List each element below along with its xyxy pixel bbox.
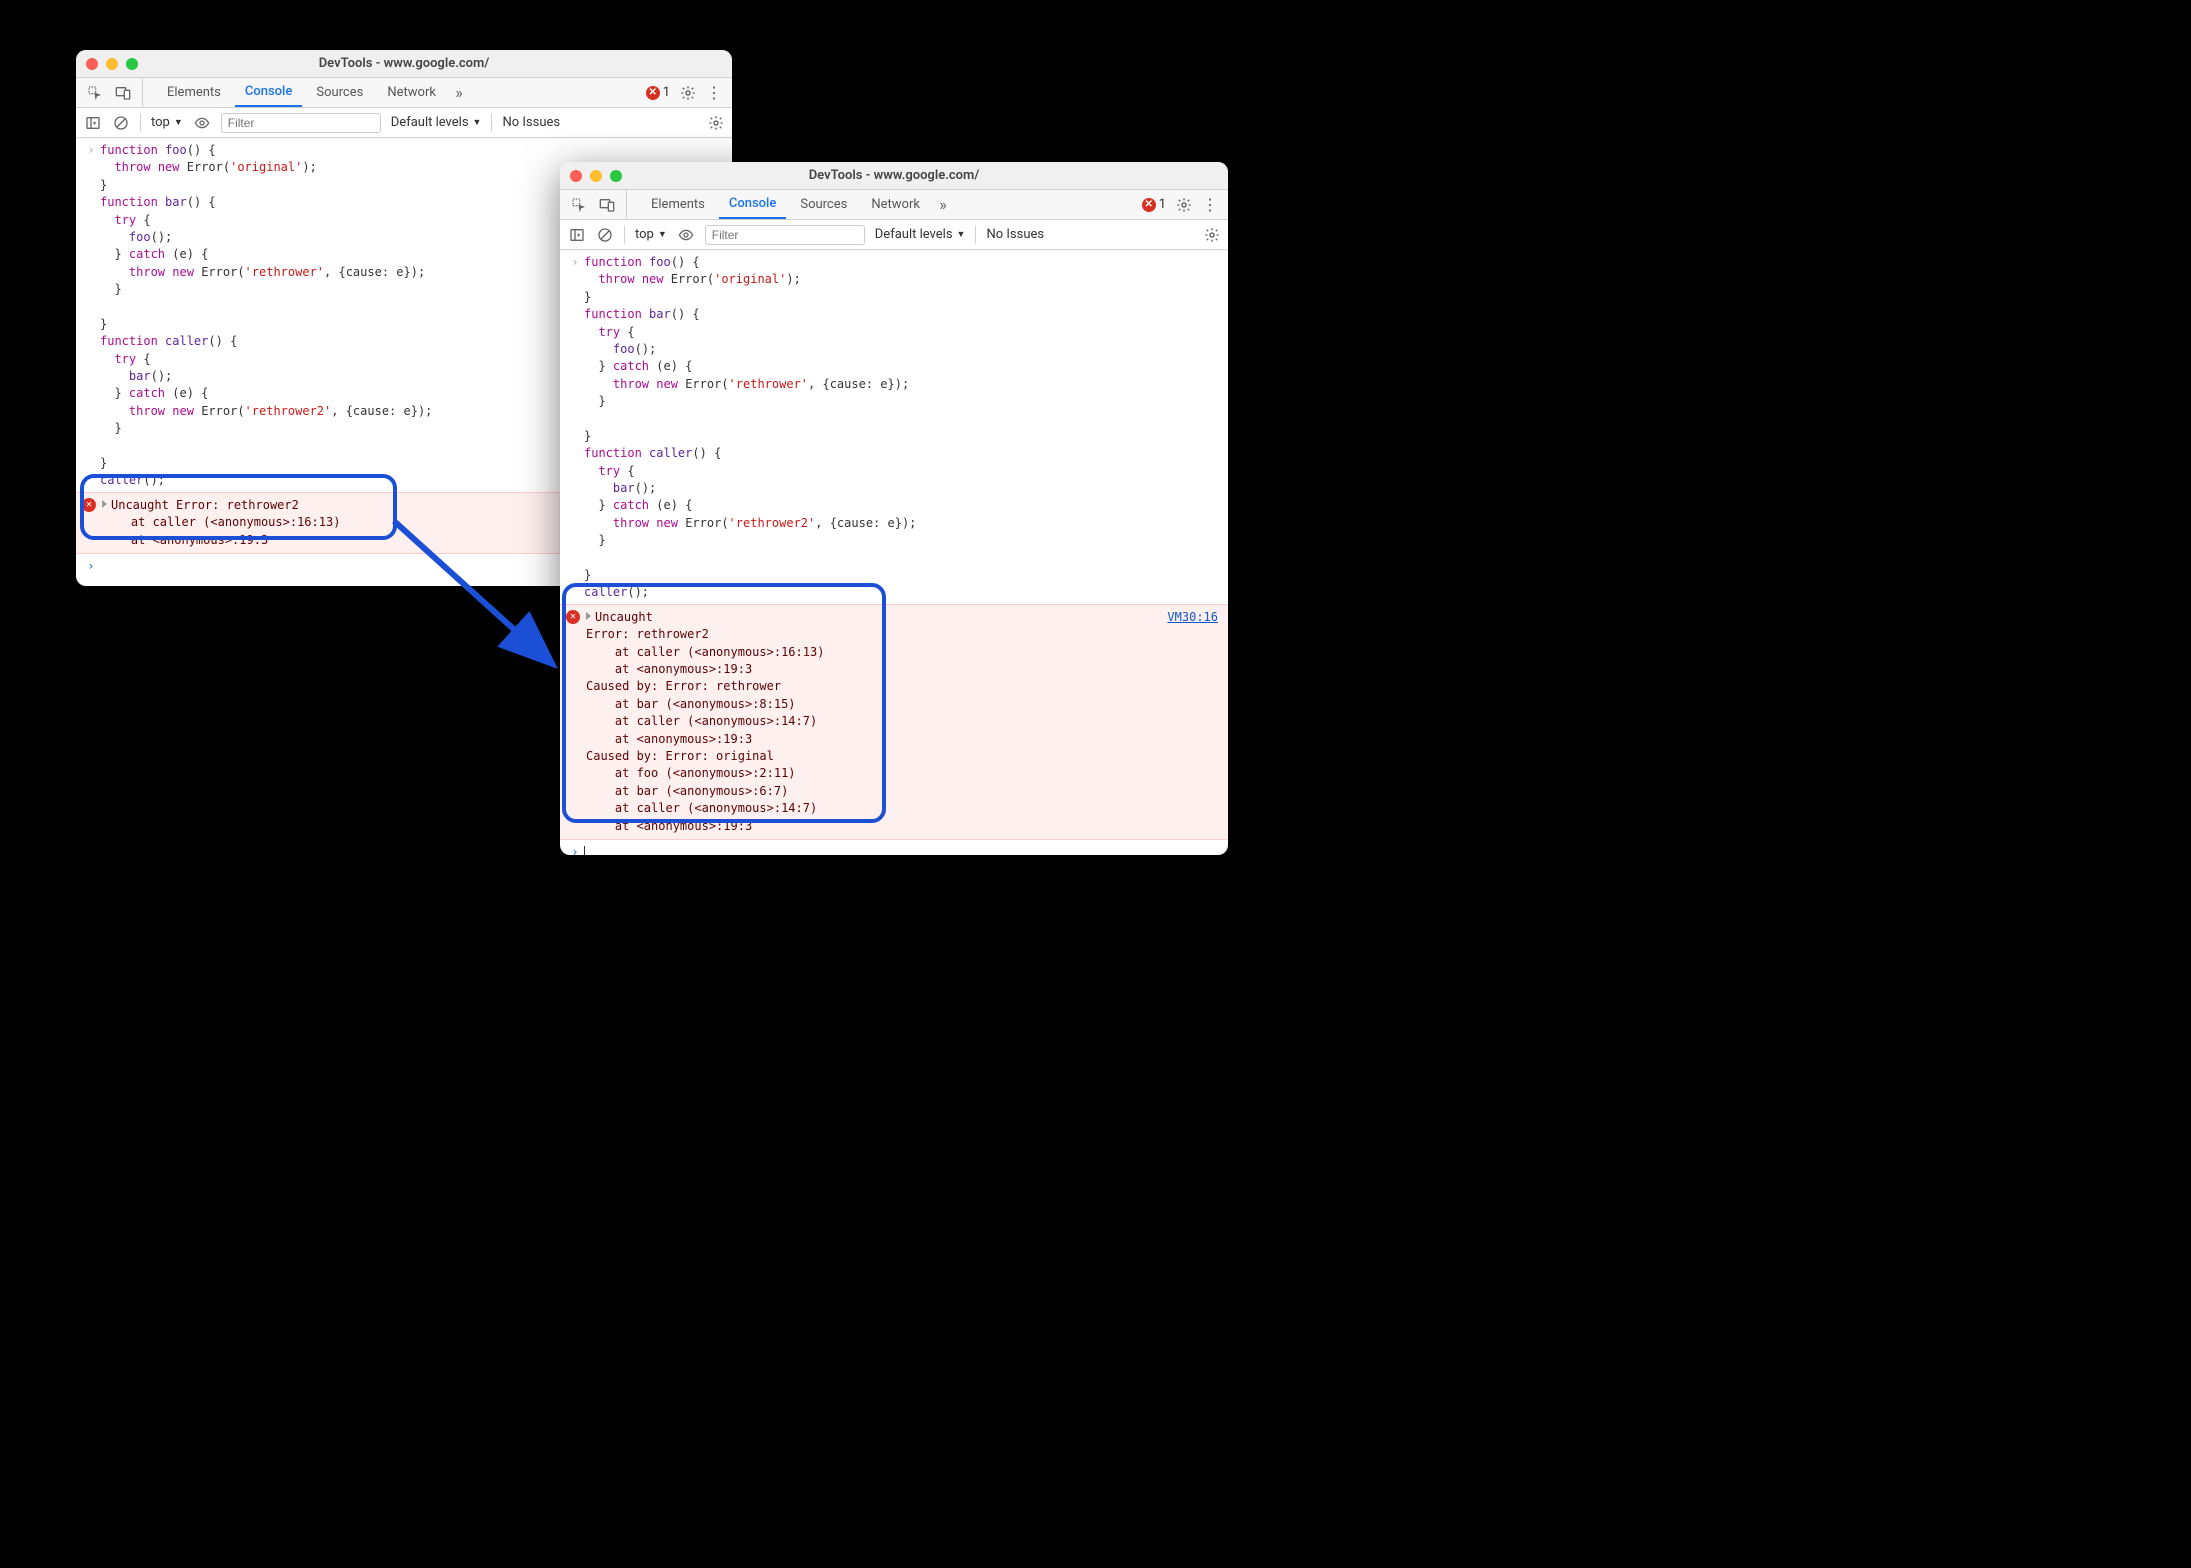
error-icon: ✕ [646,86,660,100]
error-count-badge[interactable]: ✕ 1 [646,85,670,100]
panel-tabs: Elements Console Sources Network » [157,78,628,107]
console-filter-bar: top ▼ Default levels ▼ No Issues [76,108,732,138]
panel-tabs: Elements Console Sources Network » [641,190,1124,219]
source-link[interactable]: VM30:16 [1167,609,1218,626]
titlebar: DevTools - www.google.com/ [560,162,1228,190]
error-count: 1 [663,85,670,100]
console-filter-bar: top ▼ Default levels ▼ No Issues [560,220,1228,250]
clear-console-icon[interactable] [112,114,130,132]
tab-console[interactable]: Console [235,78,302,107]
console-settings-gear-icon[interactable] [1204,227,1220,243]
device-toggle-icon[interactable] [114,84,132,102]
execution-context-selector[interactable]: top ▼ [635,227,667,242]
tab-sources[interactable]: Sources [306,78,373,107]
execution-context-selector[interactable]: top ▼ [151,115,183,130]
inspect-icon[interactable] [570,196,588,214]
tab-sources[interactable]: Sources [790,190,857,219]
titlebar: DevTools - www.google.com/ [76,50,732,78]
device-toggle-icon[interactable] [598,196,616,214]
console-settings-gear-icon[interactable] [708,115,724,131]
tab-console[interactable]: Console [719,190,786,219]
error-icon: ✕ [82,498,96,512]
window-title: DevTools - www.google.com/ [76,56,732,71]
live-expression-icon[interactable] [677,226,695,244]
console-prompt-row[interactable]: › [560,840,1228,855]
settings-gear-icon[interactable] [680,85,696,101]
dropdown-caret-icon: ▼ [174,117,183,128]
window-title: DevTools - www.google.com/ [560,168,1228,183]
devtools-window-after: DevTools - www.google.com/ Elements Cons… [560,162,1228,855]
main-toolbar: Elements Console Sources Network » ✕ 1 ⋮ [76,78,732,108]
sidebar-toggle-icon[interactable] [84,114,102,132]
more-tabs-icon[interactable]: » [934,196,952,214]
input-chevron-icon: › [82,558,100,575]
dropdown-caret-icon: ▼ [658,229,667,240]
settings-gear-icon[interactable] [1176,197,1192,213]
log-levels-selector[interactable]: Default levels ▼ [391,115,482,130]
dropdown-caret-icon: ▼ [957,229,966,240]
dropdown-caret-icon: ▼ [473,117,482,128]
log-levels-selector[interactable]: Default levels ▼ [875,227,966,242]
console-input-entry: › function foo() { throw new Error('orig… [560,250,1228,604]
live-expression-icon[interactable] [193,114,211,132]
error-icon: ✕ [1142,198,1156,212]
issues-label: No Issues [502,115,560,130]
input-chevron-icon: › [566,844,584,855]
tab-network[interactable]: Network [377,78,446,107]
disclosure-triangle-icon[interactable] [102,500,107,508]
error-count-badge[interactable]: ✕ 1 [1142,197,1166,212]
issues-counter[interactable]: No Issues [502,115,560,130]
tab-network[interactable]: Network [861,190,930,219]
error-count: 1 [1159,197,1166,212]
more-tabs-icon[interactable]: » [450,84,468,102]
error-message-row[interactable]: ✕ Uncaught Error: rethrower2 at caller (… [560,604,1228,840]
tab-elements[interactable]: Elements [641,190,715,219]
disclosure-triangle-icon[interactable] [586,612,591,620]
filter-input[interactable] [705,225,865,245]
input-chevron-icon: › [82,142,100,490]
console-output: › function foo() { throw new Error('orig… [560,250,1228,855]
code-snippet: function foo() { throw new Error('origin… [100,142,432,490]
context-label: top [151,115,170,130]
clear-console-icon[interactable] [596,226,614,244]
inspect-icon[interactable] [86,84,104,102]
error-icon: ✕ [566,610,580,624]
error-text: Uncaught Error: rethrower2 at caller (<a… [586,609,1222,835]
context-label: top [635,227,654,242]
levels-label: Default levels [875,227,953,242]
issues-counter[interactable]: No Issues [986,227,1044,242]
issues-label: No Issues [986,227,1044,242]
kebab-menu-icon[interactable]: ⋮ [706,83,722,102]
kebab-menu-icon[interactable]: ⋮ [1202,195,1218,214]
filter-input[interactable] [221,113,381,133]
input-chevron-icon: › [566,254,584,602]
sidebar-toggle-icon[interactable] [568,226,586,244]
levels-label: Default levels [391,115,469,130]
tab-elements[interactable]: Elements [157,78,231,107]
code-snippet: function foo() { throw new Error('origin… [584,254,916,602]
main-toolbar: Elements Console Sources Network » ✕ 1 ⋮ [560,190,1228,220]
